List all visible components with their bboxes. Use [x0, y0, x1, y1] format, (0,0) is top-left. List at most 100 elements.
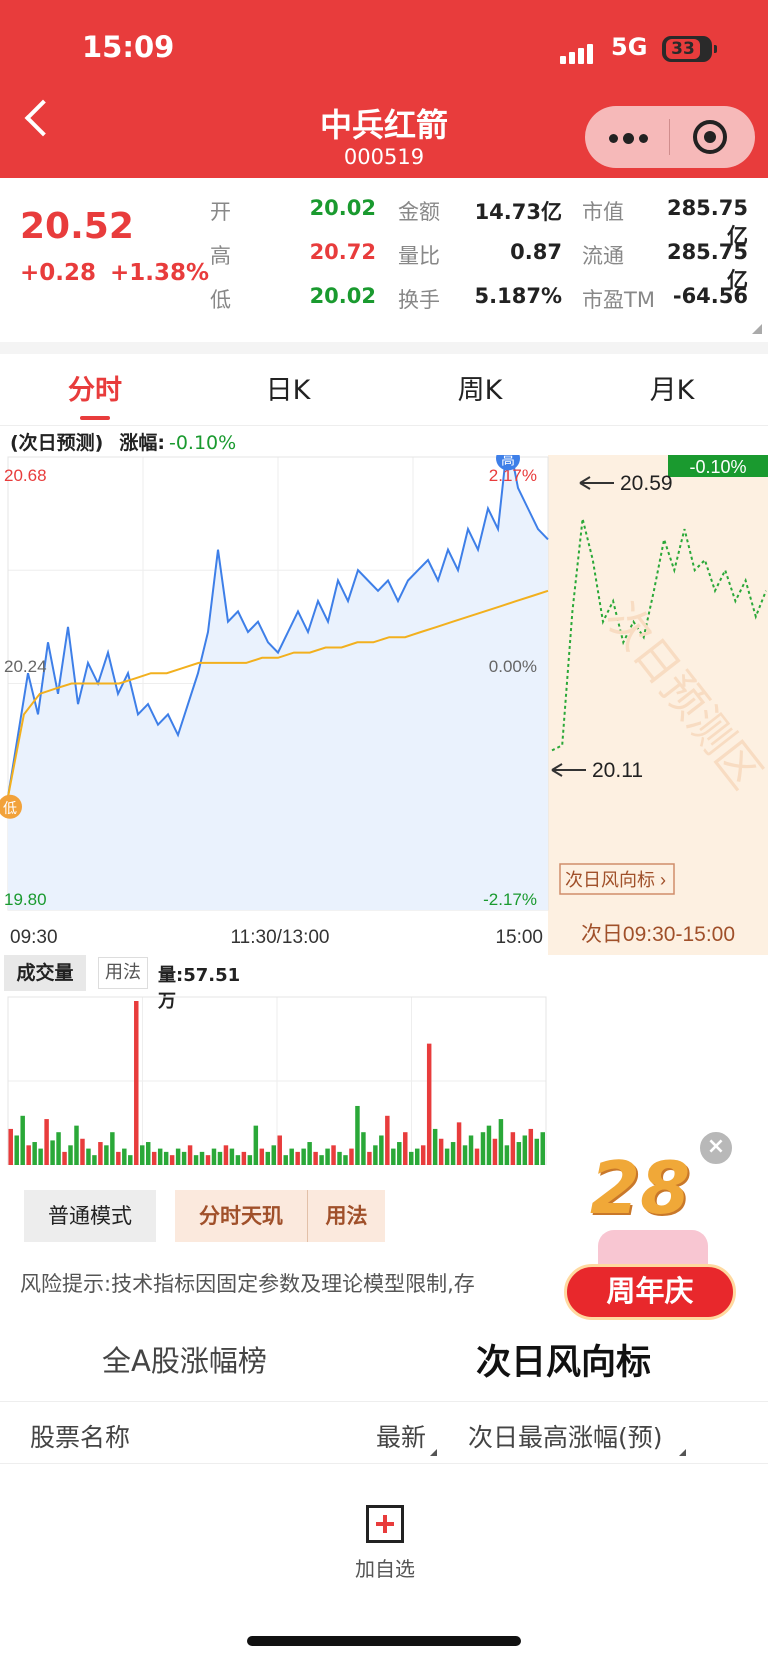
volume-bar — [367, 1151, 372, 1165]
volume-bar — [169, 1155, 175, 1165]
volume-bar — [349, 1148, 354, 1165]
forecast-label: (次日预测) — [10, 432, 104, 454]
close-target-icon[interactable] — [693, 120, 727, 154]
quote-label: 高 — [210, 244, 231, 268]
volume-bar — [187, 1145, 193, 1165]
volume-bar — [259, 1148, 265, 1165]
volume-bar — [140, 1145, 145, 1165]
volume-bar — [62, 1151, 67, 1165]
volume-bar — [504, 1145, 510, 1165]
volume-bar — [68, 1145, 73, 1165]
volume-bar — [379, 1135, 384, 1165]
volume-bar — [38, 1148, 43, 1165]
volume-bar — [480, 1132, 486, 1165]
volume-bar — [181, 1151, 187, 1165]
column-next-high[interactable]: 次日最高涨幅(预) — [468, 1418, 686, 1456]
volume-bar — [229, 1148, 235, 1165]
tab-intraday[interactable]: 分时 — [35, 368, 155, 407]
close-icon[interactable]: × — [698, 1130, 734, 1166]
mini-program-capsule — [585, 106, 755, 168]
volume-bar — [235, 1155, 241, 1165]
tab-monthly-k[interactable]: 月K — [612, 368, 732, 407]
volume-bar — [223, 1145, 229, 1165]
expand-corner-icon[interactable] — [752, 324, 762, 334]
volume-bar — [199, 1151, 205, 1165]
tab-next-day-indicator[interactable]: 次日风向标 — [476, 1334, 651, 1385]
volume-bar — [337, 1151, 342, 1165]
volume-bar — [134, 1001, 139, 1165]
promo-label[interactable]: 周年庆 — [564, 1264, 736, 1320]
volume-bar — [50, 1140, 55, 1165]
price-change: +0.28 +1.38% — [20, 260, 209, 286]
quote-label: 市盈TM — [582, 288, 655, 312]
x-label: 09:30 — [10, 927, 58, 948]
more-icon[interactable] — [609, 133, 649, 144]
add-icon — [366, 1505, 404, 1543]
volume-bar — [397, 1142, 402, 1165]
intraday-chart[interactable]: 20.68 20.24 19.80 2.17% 0.00% -2.17% 09:30 11:3… — [0, 436, 768, 955]
active-tab-underline — [80, 416, 110, 420]
volume-bar — [403, 1132, 408, 1165]
volume-bar — [253, 1125, 259, 1165]
volume-bar — [456, 1122, 462, 1165]
tianji-mode-button[interactable]: 分时天玑 — [175, 1190, 307, 1242]
volume-bar — [289, 1148, 294, 1165]
anniversary-promo[interactable]: 28 周年庆 × — [560, 1130, 768, 1320]
home-indicator — [247, 1636, 521, 1646]
volume-bar — [295, 1151, 300, 1165]
pct-bottom-label: -2.17% — [483, 890, 537, 909]
volume-bar — [331, 1145, 336, 1165]
quote-panel: 20.52 +0.28 +1.38% 开 20.02 金额 14.73亿 市值 285.75… — [0, 178, 768, 342]
quote-value: -64.56 — [672, 284, 748, 308]
volume-bar — [361, 1132, 366, 1165]
volume-bar — [522, 1135, 528, 1165]
x-label: 15:00 — [495, 927, 543, 948]
quote-value: 20.02 — [309, 196, 376, 220]
volume-bar — [271, 1145, 276, 1165]
high-marker-label: 高 — [501, 455, 515, 467]
volume-bar — [116, 1151, 121, 1165]
volume-bar — [92, 1155, 97, 1165]
quote-label: 金额 — [398, 200, 440, 224]
volume-bar — [426, 1043, 432, 1165]
quote-value: 20.02 — [309, 284, 376, 308]
volume-bar — [528, 1128, 534, 1165]
volume-bar — [474, 1148, 480, 1165]
change-percent: +1.38% — [110, 260, 210, 286]
volume-bar — [313, 1151, 318, 1165]
usage-button[interactable]: 用法 — [307, 1190, 385, 1242]
normal-mode-button[interactable]: 普通模式 — [24, 1190, 156, 1242]
volume-bar — [432, 1128, 438, 1165]
volume-bar — [343, 1155, 348, 1165]
volume-bar — [241, 1151, 247, 1165]
column-latest[interactable]: 最新 — [376, 1418, 438, 1456]
tab-daily-k[interactable]: 日K — [228, 368, 348, 407]
quote-value: 0.87 — [510, 240, 562, 264]
volume-bar — [265, 1151, 271, 1165]
quote-label: 低 — [210, 288, 231, 312]
volume-bar — [391, 1148, 396, 1165]
volume-bar — [14, 1135, 19, 1165]
volume-bar — [193, 1155, 199, 1165]
list-header: 股票名称 最新 次日最高涨幅(预) — [0, 1402, 768, 1464]
volume-bar — [277, 1135, 282, 1165]
volume-bar — [8, 1128, 13, 1165]
volume-bar — [157, 1148, 163, 1165]
volume-bar — [217, 1151, 223, 1165]
sort-icon — [430, 1449, 438, 1456]
volume-bar — [510, 1132, 516, 1165]
tab-all-a-gainers[interactable]: 全A股涨幅榜 — [102, 1338, 267, 1380]
volume-bar — [373, 1145, 378, 1165]
volume-bar — [534, 1138, 540, 1165]
volume-bar — [420, 1145, 426, 1165]
volume-bar — [205, 1155, 211, 1165]
volume-bar — [104, 1145, 109, 1165]
section-gap — [0, 342, 768, 354]
volume-bar — [32, 1142, 37, 1165]
tab-weekly-k[interactable]: 周K — [420, 368, 540, 407]
volume-bar — [492, 1138, 498, 1165]
forecast-time: 次日09:30-15:00 — [581, 923, 735, 946]
volume-bar — [355, 1105, 360, 1165]
quote-label: 流通 — [582, 244, 624, 268]
add-favorite-button[interactable]: 加自选 — [350, 1505, 420, 1582]
